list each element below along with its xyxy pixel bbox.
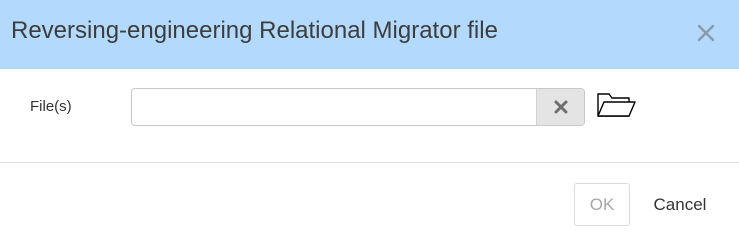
dialog-titlebar: Reversing-engineering Relational Migrato… [0,0,739,69]
clear-files-button[interactable] [536,89,584,125]
ok-button[interactable]: OK [574,183,630,226]
close-icon [697,24,715,42]
folder-open-icon [597,93,636,117]
clear-x-icon [554,100,567,114]
files-input[interactable] [132,89,537,125]
close-button[interactable] [695,22,717,44]
cancel-button[interactable]: Cancel [642,183,718,226]
reverse-engineer-dialog: Reversing-engineering Relational Migrato… [0,0,739,241]
files-label: File(s) [30,98,72,115]
footer-divider [0,162,739,163]
files-field [131,88,585,126]
browse-files-button[interactable] [596,90,636,120]
dialog-title: Reversing-engineering Relational Migrato… [11,17,498,44]
